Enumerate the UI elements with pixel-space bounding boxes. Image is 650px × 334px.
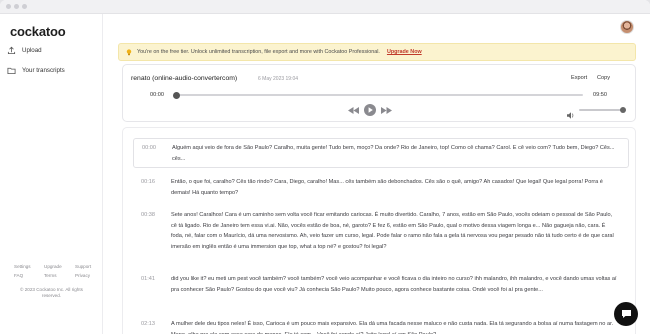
app-logo[interactable]: cockatoo <box>10 24 66 39</box>
volume-slider[interactable] <box>579 106 626 113</box>
upload-icon <box>7 46 16 55</box>
volume-icon[interactable] <box>567 106 575 124</box>
footer-link-upgrade[interactable]: Upgrade <box>44 264 75 269</box>
copyright: © 2023 Cockatoo Inc. All rights reserved… <box>20 287 83 298</box>
segment-timestamp[interactable]: 01:41 <box>141 274 155 285</box>
segment-timestamp[interactable]: 00:00 <box>142 143 156 154</box>
current-time: 00:00 <box>150 92 164 98</box>
segment-text: Sete anos! Caralhos! Cara é um caminho s… <box>171 212 614 250</box>
transcript-panel: 00:00 Alguém aqui veio de fora de São Pa… <box>122 127 636 334</box>
avatar[interactable] <box>620 20 634 34</box>
audio-player: renato (online-audio-convertercom) 6 May… <box>122 64 636 122</box>
export-button[interactable]: Export <box>571 75 587 81</box>
sidebar: cockatoo Upload Your transcripts Setting… <box>0 14 103 334</box>
lightbulb-icon <box>126 48 132 56</box>
footer-link-settings[interactable]: Settings <box>14 264 44 269</box>
play-icon <box>368 107 373 113</box>
sidebar-item-your-transcripts[interactable]: Your transcripts <box>7 63 65 77</box>
folder-icon <box>7 66 16 75</box>
volume-handle[interactable] <box>620 106 626 113</box>
footer-link-terms[interactable]: Terms <box>44 273 75 278</box>
upgrade-now-link[interactable]: Upgrade Now <box>387 49 422 55</box>
playback-controls <box>348 104 392 116</box>
segment-timestamp[interactable]: 00:16 <box>141 177 155 188</box>
sidebar-footer: Settings Upgrade Support FAQ Terms Priva… <box>0 264 103 299</box>
banner-text: You're on the free tier. Unlock unlimite… <box>137 49 380 55</box>
rewind-icon[interactable] <box>348 106 359 114</box>
footer-link-support[interactable]: Support <box>75 264 105 269</box>
segment-text: Então, o que foi, caralho? Cês tão rindo… <box>171 179 603 196</box>
segment-text: did you like it? eu meti um pest você ta… <box>171 276 617 293</box>
transcript-segment[interactable]: 00:00 Alguém aqui veio de fora de São Pa… <box>133 138 629 168</box>
upgrade-banner: You're on the free tier. Unlock unlimite… <box>118 43 636 61</box>
window-dot-icon <box>22 4 27 9</box>
window-dot-icon <box>6 4 11 9</box>
chat-bubble-icon <box>621 310 631 318</box>
transcript-date: 6 May 2023 19:04 <box>258 76 299 82</box>
browser-titlebar <box>0 0 650 14</box>
copy-button[interactable]: Copy <box>597 75 610 81</box>
play-button[interactable] <box>364 104 376 116</box>
sidebar-item-label: Upload <box>22 46 42 54</box>
window-dot-icon <box>14 4 19 9</box>
segment-timestamp[interactable]: 00:38 <box>141 210 155 221</box>
segment-text: Alguém aqui veio de fora de São Paulo? C… <box>172 145 615 162</box>
scrubber-handle[interactable] <box>173 91 180 99</box>
footer-link-privacy[interactable]: Privacy <box>75 273 105 278</box>
sidebar-item-label: Your transcripts <box>22 66 65 74</box>
sidebar-item-upload[interactable]: Upload <box>7 43 42 57</box>
playback-scrubber[interactable] <box>173 91 583 99</box>
fast-forward-icon[interactable] <box>381 106 392 114</box>
transcript-title: renato (online-audio-convertercom) <box>131 75 238 82</box>
chat-button[interactable] <box>614 302 638 326</box>
segment-text: A mulher dele deu tipos neles! É isso, C… <box>171 321 614 334</box>
segment-timestamp[interactable]: 02:13 <box>141 319 155 330</box>
browser-window: cockatoo Upload Your transcripts Setting… <box>0 0 650 334</box>
total-duration: 09:50 <box>593 92 607 98</box>
footer-link-faq[interactable]: FAQ <box>14 273 44 278</box>
